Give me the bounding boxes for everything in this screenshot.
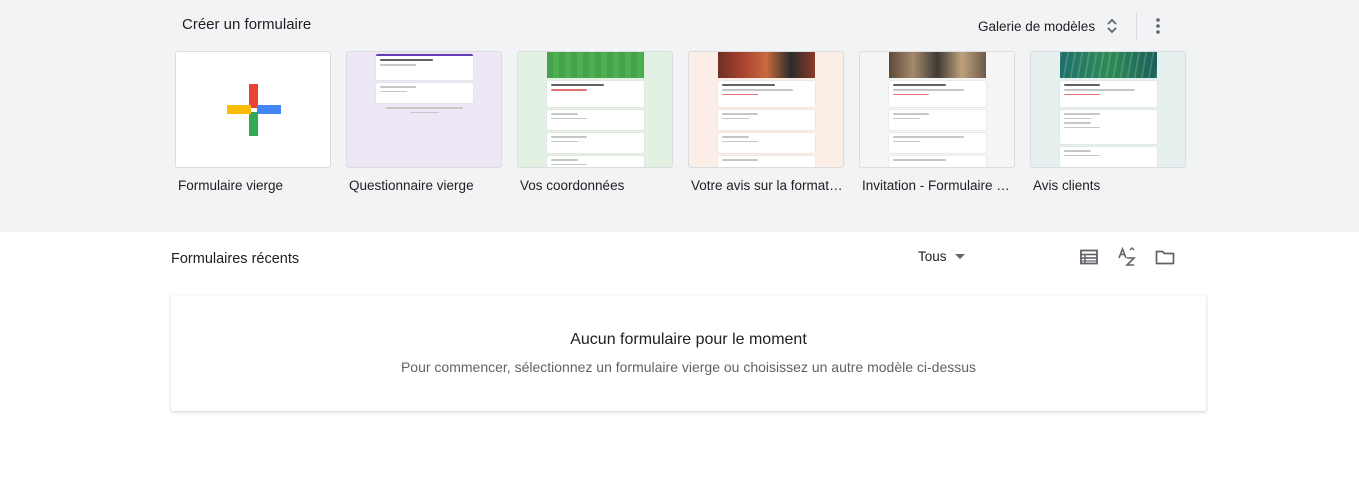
template-card-customer-feedback[interactable]: Avis clients (1030, 51, 1186, 193)
template-thumbnail (346, 51, 502, 168)
create-form-title: Créer un formulaire (182, 16, 312, 33)
template-gallery-button[interactable]: Galerie de modèles (978, 14, 1119, 38)
mini-form-preview (376, 52, 473, 167)
template-card-label: Questionnaire vierge (349, 178, 474, 193)
template-header: Créer un formulaire Galerie de modèles (182, 12, 1182, 40)
empty-state-title: Aucun formulaire pour le moment (570, 331, 807, 348)
folder-icon[interactable] (1154, 246, 1176, 268)
template-thumbnail (517, 51, 673, 168)
empty-state-subtitle: Pour commencer, sélectionnez un formulai… (400, 359, 977, 375)
template-card-label: Formulaire vierge (178, 178, 284, 193)
dropdown-arrow-icon (954, 254, 965, 259)
template-card-training-feedback[interactable]: Votre avis sur la formati… (688, 51, 844, 193)
owner-filter-dropdown[interactable]: Tous (918, 249, 965, 264)
template-card-label: Avis clients (1033, 178, 1101, 193)
list-view-icon[interactable] (1078, 246, 1100, 268)
template-thumbnail (688, 51, 844, 168)
template-card-quiz[interactable]: Questionnaire vierge (346, 51, 502, 193)
mini-form-preview (1060, 52, 1157, 167)
plus-icon (227, 84, 281, 136)
view-controls (1078, 246, 1176, 268)
mini-form-preview (889, 52, 986, 167)
template-card-label: Votre avis sur la formati… (691, 178, 844, 193)
template-thumbnail (1030, 51, 1186, 168)
sort-az-icon[interactable] (1116, 246, 1138, 268)
more-options-icon[interactable] (1148, 14, 1168, 38)
template-gallery-label: Galerie de modèles (978, 18, 1096, 34)
template-card-invitation[interactable]: Invitation - Formulaire … (859, 51, 1015, 193)
template-card-blank[interactable]: Formulaire vierge (175, 51, 331, 193)
template-thumbnail (859, 51, 1015, 168)
empty-state-card: Aucun formulaire pour le moment Pour com… (171, 296, 1206, 411)
unfold-more-icon (1107, 18, 1117, 34)
template-thumbnail (175, 51, 331, 168)
template-card-contact[interactable]: Vos coordonnées (517, 51, 673, 193)
mini-form-preview (718, 52, 815, 167)
owner-filter-label: Tous (918, 249, 947, 264)
template-card-label: Vos coordonnées (520, 178, 625, 193)
recent-forms-title: Formulaires récents (171, 251, 300, 267)
template-cards: Formulaire vierge Questionnaire vierge V… (175, 51, 1186, 193)
header-divider (1136, 12, 1137, 40)
template-gallery-section: Créer un formulaire Galerie de modèles F… (0, 0, 1359, 232)
mini-form-preview (547, 52, 644, 167)
template-card-label: Invitation - Formulaire … (862, 178, 1010, 193)
